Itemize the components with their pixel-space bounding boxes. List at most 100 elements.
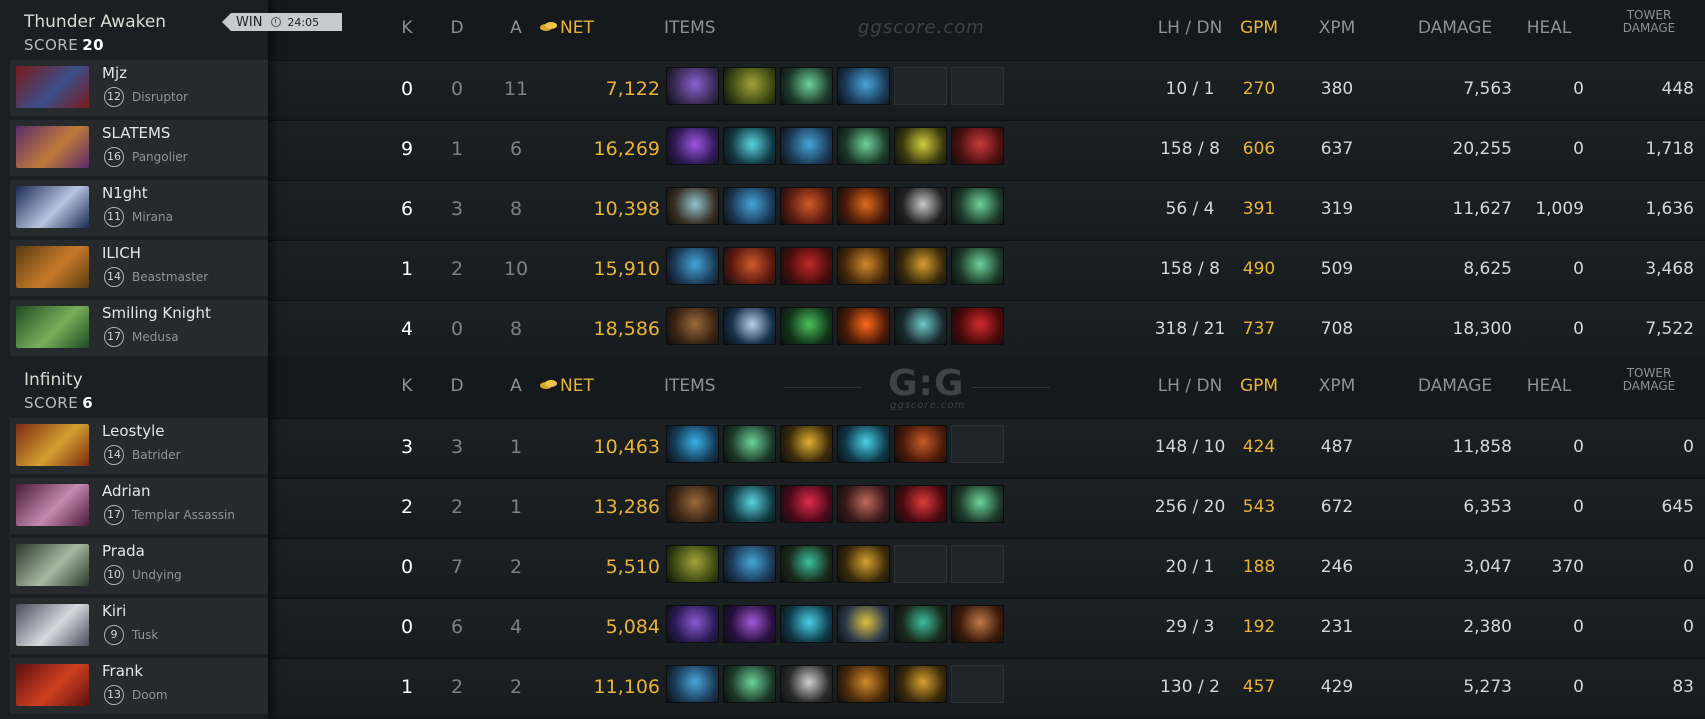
col-header-xpm: XPM [1318, 18, 1356, 38]
player-name: Prada [102, 542, 145, 560]
player-stats-row[interactable]: 0 7 2 5,510 20 / 1 188 246 3,047 370 0 [268, 538, 1705, 595]
empty-item-slot[interactable] [951, 545, 1004, 583]
empty-item-slot[interactable] [951, 67, 1004, 105]
player-card[interactable]: Smiling Knight 17 Medusa [10, 300, 268, 356]
empty-item-slot[interactable] [894, 67, 947, 105]
item-icon[interactable] [666, 247, 719, 285]
player-card[interactable]: SLATEMS 16 Pangolier [10, 120, 268, 176]
item-icon[interactable] [951, 127, 1004, 165]
item-icon[interactable] [666, 545, 719, 583]
player-card[interactable]: Kiri 9 Tusk [10, 598, 268, 654]
item-icon[interactable] [837, 127, 890, 165]
player-card[interactable]: Frank 13 Doom [10, 658, 268, 714]
player-stats-row[interactable]: 4 0 8 18,586 318 / 21 737 708 18,300 0 7,522 [268, 300, 1705, 357]
player-name: SLATEMS [102, 124, 171, 142]
item-icon[interactable] [723, 307, 776, 345]
player-card[interactable]: N1ght 11 Mirana [10, 180, 268, 236]
player-card[interactable]: Adrian 17 Templar Assassin [10, 478, 268, 534]
hero-damage: 2,380 [1463, 617, 1512, 637]
item-icon[interactable] [837, 187, 890, 225]
item-icon[interactable] [837, 665, 890, 703]
item-icon[interactable] [951, 485, 1004, 523]
player-stats-row[interactable]: 3 3 1 10,463 148 / 10 424 487 11,858 0 0 [268, 418, 1705, 475]
item-icon[interactable] [666, 665, 719, 703]
item-icon[interactable] [894, 127, 947, 165]
empty-item-slot[interactable] [951, 665, 1004, 703]
item-icon[interactable] [780, 605, 833, 643]
item-icon[interactable] [780, 247, 833, 285]
item-icon[interactable] [780, 307, 833, 345]
item-icon[interactable] [723, 545, 776, 583]
last-hits-denies: 148 / 10 [1154, 437, 1226, 457]
item-icon[interactable] [780, 127, 833, 165]
item-icon[interactable] [723, 425, 776, 463]
item-icon[interactable] [894, 485, 947, 523]
item-icon[interactable] [723, 485, 776, 523]
item-icon[interactable] [837, 67, 890, 105]
item-icon[interactable] [666, 425, 719, 463]
item-icon[interactable] [837, 485, 890, 523]
player-stats-row[interactable]: 0 6 4 5,084 29 / 3 192 231 2,380 0 0 [268, 598, 1705, 655]
player-card[interactable]: Mjz 12 Disruptor [10, 60, 268, 116]
item-icon[interactable] [951, 307, 1004, 345]
empty-item-slot[interactable] [894, 545, 947, 583]
player-card[interactable]: Leostyle 14 Batrider [10, 418, 268, 474]
col-header-net-label: NET [560, 18, 594, 38]
col-header-gpm: GPM [1239, 376, 1279, 396]
item-icon[interactable] [780, 485, 833, 523]
item-icon[interactable] [723, 665, 776, 703]
gpm: 737 [1242, 319, 1276, 339]
hero-level: 9 [104, 625, 124, 645]
item-slots [666, 425, 1004, 465]
item-icon[interactable] [951, 605, 1004, 643]
item-icon[interactable] [894, 187, 947, 225]
item-icon[interactable] [666, 485, 719, 523]
player-stats-row[interactable]: 0 0 11 7,122 10 / 1 270 380 7,563 0 448 [268, 60, 1705, 117]
item-icon[interactable] [666, 127, 719, 165]
player-stats-row[interactable]: 6 3 8 10,398 56 / 4 391 319 11,627 1,009 1,636 [268, 180, 1705, 237]
player-card[interactable]: Prada 10 Undying [10, 538, 268, 594]
item-icon[interactable] [894, 247, 947, 285]
player-stats-row[interactable]: 1 2 2 11,106 130 / 2 457 429 5,273 0 83 [268, 658, 1705, 715]
item-icon[interactable] [837, 545, 890, 583]
net-worth: 18,586 [593, 318, 660, 340]
item-icon[interactable] [723, 187, 776, 225]
deaths: 3 [450, 436, 464, 458]
item-icon[interactable] [723, 67, 776, 105]
item-icon[interactable] [723, 247, 776, 285]
item-slots [666, 485, 1004, 525]
player-stats-row[interactable]: 2 2 1 13,286 256 / 20 543 672 6,353 0 645 [268, 478, 1705, 535]
item-icon[interactable] [837, 425, 890, 463]
item-icon[interactable] [894, 665, 947, 703]
item-icon[interactable] [894, 425, 947, 463]
item-icon[interactable] [837, 605, 890, 643]
item-icon[interactable] [723, 127, 776, 165]
kills: 3 [400, 436, 414, 458]
hero-level: 10 [104, 565, 124, 585]
item-icon[interactable] [666, 605, 719, 643]
item-icon[interactable] [837, 307, 890, 345]
item-icon[interactable] [894, 605, 947, 643]
item-icon[interactable] [723, 605, 776, 643]
item-icon[interactable] [780, 665, 833, 703]
item-icon[interactable] [894, 307, 947, 345]
item-icon[interactable] [837, 247, 890, 285]
hero-damage: 5,273 [1463, 677, 1512, 697]
player-stats-row[interactable]: 1 2 10 15,910 158 / 8 490 509 8,625 0 3,468 [268, 240, 1705, 297]
item-icon[interactable] [666, 307, 719, 345]
score-value: 20 [82, 36, 105, 54]
item-icon[interactable] [666, 187, 719, 225]
heal: 0 [1573, 319, 1584, 339]
player-card[interactable]: ILICH 14 Beastmaster [10, 240, 268, 296]
assists: 1 [509, 496, 523, 518]
empty-item-slot[interactable] [951, 425, 1004, 463]
item-icon[interactable] [780, 67, 833, 105]
item-icon[interactable] [951, 187, 1004, 225]
item-icon[interactable] [780, 425, 833, 463]
item-icon[interactable] [780, 545, 833, 583]
item-icon[interactable] [780, 187, 833, 225]
tower-damage: 448 [1661, 79, 1694, 99]
player-stats-row[interactable]: 9 1 6 16,269 158 / 8 606 637 20,255 0 1,718 [268, 120, 1705, 177]
item-icon[interactable] [951, 247, 1004, 285]
item-icon[interactable] [666, 67, 719, 105]
